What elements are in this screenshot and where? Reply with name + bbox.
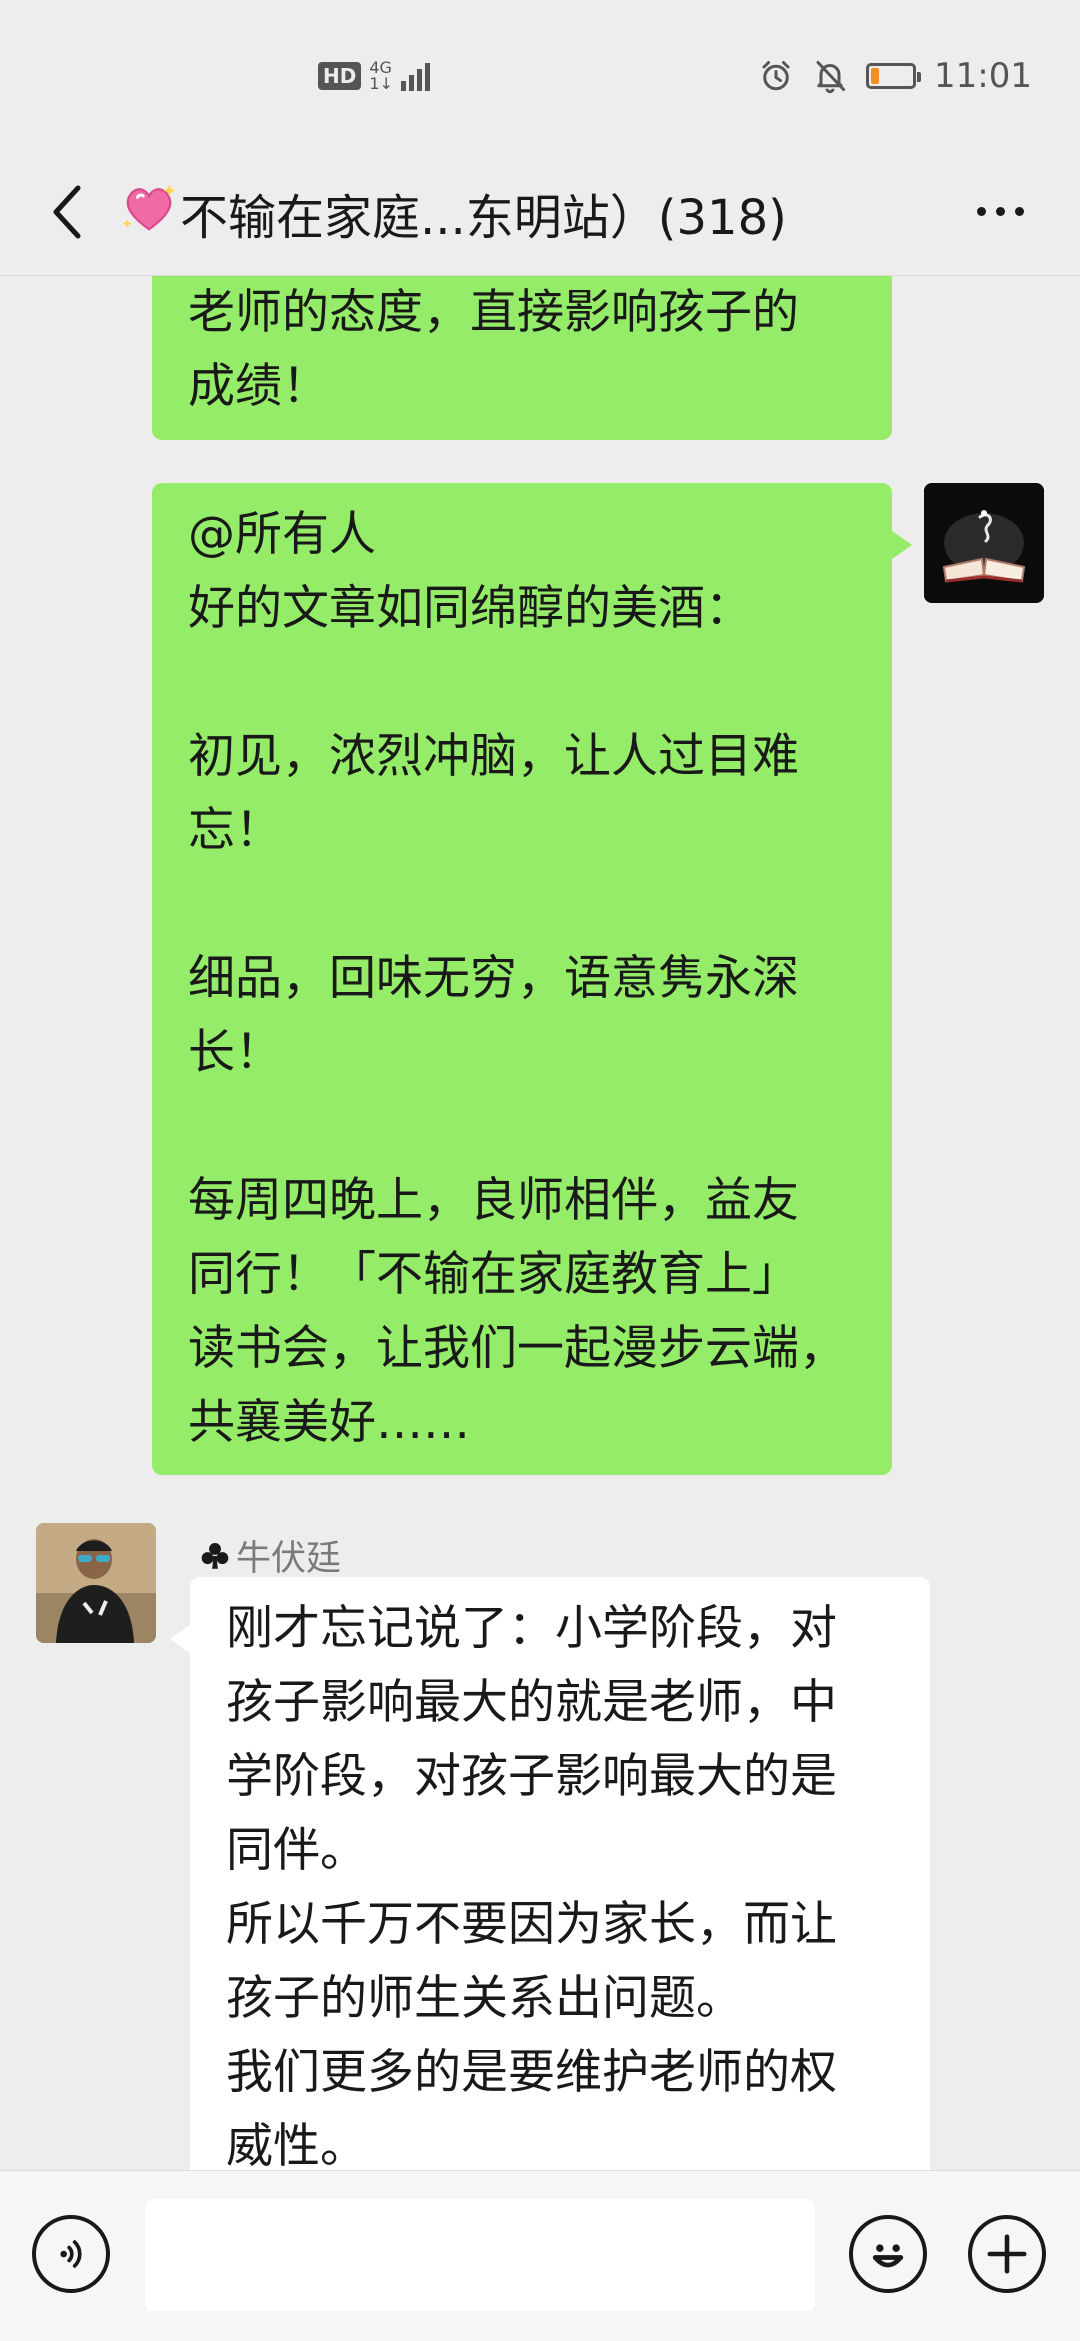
mute-icon — [816, 61, 846, 94]
chat-title[interactable]: 不输在家庭...东明站）(318) — [180, 178, 787, 248]
club-suit-icon — [201, 1542, 229, 1569]
network-status: HD 4G 1↓ — [318, 60, 430, 92]
chevron-left-icon — [53, 185, 81, 239]
back-button[interactable] — [36, 174, 100, 250]
voice-button[interactable] — [32, 2215, 110, 2293]
status-bar: HD 4G 1↓ 11:01 — [0, 0, 1080, 150]
emoji-button[interactable] — [849, 2215, 927, 2293]
network-label: 4G 1↓ — [369, 60, 393, 92]
book-avatar[interactable] — [924, 483, 1044, 603]
chat-header: 不输在家庭...东明站）(318) — [0, 150, 1080, 276]
input-bar — [0, 2170, 1080, 2341]
more-dots-icon — [976, 206, 986, 216]
signal-icon — [400, 61, 430, 91]
battery-level — [871, 68, 880, 84]
plus-button[interactable] — [968, 2215, 1046, 2293]
emoji-icon — [872, 2244, 904, 2268]
clock-time: 11:01 — [934, 56, 1032, 96]
sender-name-text: 牛伏廷 — [236, 1539, 342, 1579]
battery-icon — [866, 63, 922, 89]
person-avatar[interactable] — [36, 1523, 156, 1643]
hd-badge: HD — [318, 62, 362, 90]
message-bubble-sent[interactable]: 老师的态度，直接影响孩子的 成绩！ — [152, 276, 892, 440]
sender-name: 牛伏廷 — [198, 1530, 341, 1581]
voice-icon — [60, 2240, 82, 2268]
alarm-icon — [762, 61, 790, 91]
message-bubble-received[interactable]: 刚才忘记说了：小学阶段，对 孩子影响最大的就是老师，中 学阶段，对孩子影响最大的… — [170, 1577, 930, 2170]
status-icons: 11:01 — [758, 56, 1032, 96]
more-button[interactable] — [960, 186, 1040, 236]
message-list[interactable]: 老师的态度，直接影响孩子的 成绩！ @所有人 好的文章如同绵醇的美酒： 初见，浓… — [0, 276, 1080, 2170]
sparkling-heart-icon — [122, 184, 176, 231]
message-input[interactable] — [145, 2199, 815, 2311]
network-activity: 1↓ — [369, 74, 393, 93]
plus-icon — [987, 2234, 1027, 2274]
message-bubble-sent[interactable]: @所有人 好的文章如同绵醇的美酒： 初见，浓烈冲脑，让人过目难 忘！ 细品，回味… — [152, 483, 912, 1475]
